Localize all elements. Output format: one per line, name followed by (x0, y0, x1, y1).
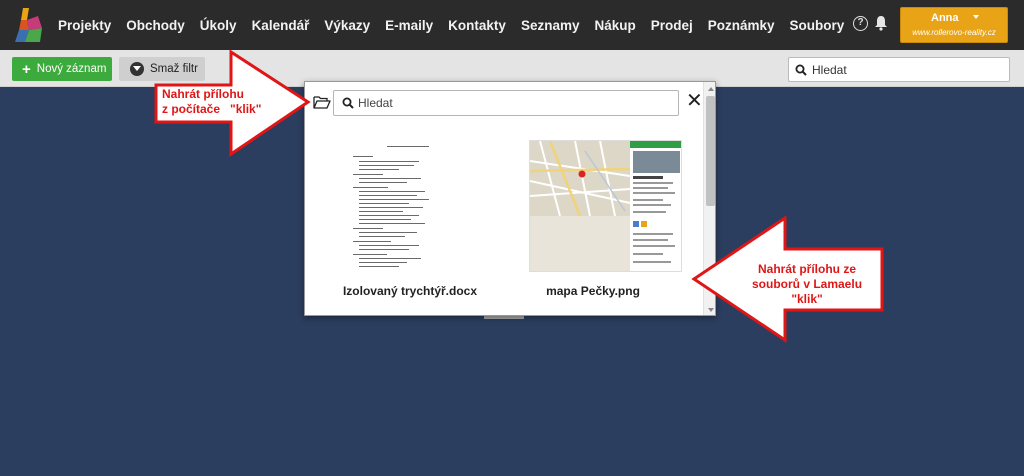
help-icon[interactable]: ? (853, 16, 868, 31)
plus-icon: + (22, 60, 31, 78)
nav-item-projekty[interactable]: Projekty (58, 18, 111, 33)
document-text-line (359, 182, 407, 184)
nav-item-obchody[interactable]: Obchody (126, 18, 185, 33)
document-text-line (359, 215, 419, 217)
top-navbar: Projekty Obchody Úkoly Kalendář Výkazy E-mail… (0, 0, 1024, 50)
document-text-line (387, 146, 429, 148)
folder-open-icon[interactable] (313, 95, 331, 109)
document-text-line (359, 236, 405, 238)
user-menu[interactable]: Anna www.rollerovo-reality.cz (900, 7, 1008, 43)
document-text-line (359, 195, 417, 197)
nav-item-soubory[interactable]: Soubory (790, 18, 845, 33)
new-record-button[interactable]: + Nový záznam (12, 57, 112, 81)
annotation-left-text: Nahrát přílohu z počítače "klik" (162, 87, 262, 116)
document-text-line (359, 262, 407, 264)
document-text-line (359, 258, 421, 260)
nav-item-prodej[interactable]: Prodej (651, 18, 693, 33)
search-icon (795, 64, 807, 76)
document-text-line (359, 169, 399, 171)
nav-item-e-maily[interactable]: E-maily (385, 18, 433, 33)
document-text-line (359, 232, 417, 234)
top-search-placeholder: Hledat (812, 62, 847, 77)
nav-item-pozn-mky[interactable]: Poznámky (708, 18, 775, 33)
annotation-right-text: Nahrát přílohu ze souborů v Lamaelu "kli… (752, 262, 863, 306)
nav-item-kontakty[interactable]: Kontakty (448, 18, 506, 33)
image-thumbnail (529, 140, 682, 272)
document-text-line (353, 254, 387, 256)
document-text-line (359, 245, 419, 247)
modal-search-placeholder: Hledat (358, 96, 393, 110)
nav-item-seznamy[interactable]: Seznamy (521, 18, 580, 33)
file-card-png[interactable]: mapa Pečky.png (508, 137, 682, 298)
document-text-line (359, 211, 403, 213)
document-text-line (359, 249, 409, 251)
file-name: Izolovaný trychtýř.docx (342, 284, 478, 298)
document-text-line (359, 199, 429, 201)
logo-icon[interactable] (14, 6, 44, 44)
document-text-line (359, 207, 423, 209)
nav-item-kalend-[interactable]: Kalendář (252, 18, 310, 33)
file-card-docx[interactable]: Izolovaný trychtýř.docx (325, 137, 495, 298)
new-record-label: Nový záznam (36, 63, 107, 75)
document-text-line (359, 165, 414, 167)
document-text-line (353, 241, 391, 243)
filter-icon (130, 62, 144, 76)
document-text-line (353, 187, 388, 189)
nav-item-n-kup[interactable]: Nákup (594, 18, 635, 33)
top-search-input[interactable]: Hledat (788, 57, 1010, 82)
nav-item--koly[interactable]: Úkoly (200, 18, 237, 33)
close-icon[interactable]: ✕ (686, 90, 703, 112)
user-domain: www.rollerovo-reality.cz (912, 28, 996, 37)
main-nav: Projekty Obchody Úkoly Kalendář Výkazy E-mail… (58, 0, 859, 50)
document-text-line (359, 266, 399, 268)
nav-item-v-kazy[interactable]: Výkazy (324, 18, 370, 33)
document-text-line (353, 174, 383, 176)
scroll-thumb[interactable] (706, 96, 715, 206)
search-icon (342, 97, 354, 109)
map-thumbnail (530, 141, 681, 271)
document-text-line (359, 223, 425, 225)
scroll-up-icon[interactable] (708, 87, 714, 91)
modal-search-input[interactable]: Hledat (333, 90, 679, 116)
document-text-line (359, 178, 421, 180)
user-name: Anna (931, 12, 959, 24)
document-text-line (359, 203, 409, 205)
document-text-line (353, 156, 373, 158)
document-thumbnail (349, 140, 467, 272)
document-text-line (359, 219, 411, 221)
caret-down-icon (973, 15, 979, 19)
document-text-line (359, 191, 425, 193)
file-name: mapa Pečky.png (546, 284, 640, 298)
document-text-line (353, 228, 383, 230)
document-text-line (359, 161, 419, 163)
attachment-dialog: Hledat ✕ Izolovaný trychtýř.docx mapa Pe… (304, 81, 716, 316)
bell-icon[interactable] (874, 15, 888, 31)
